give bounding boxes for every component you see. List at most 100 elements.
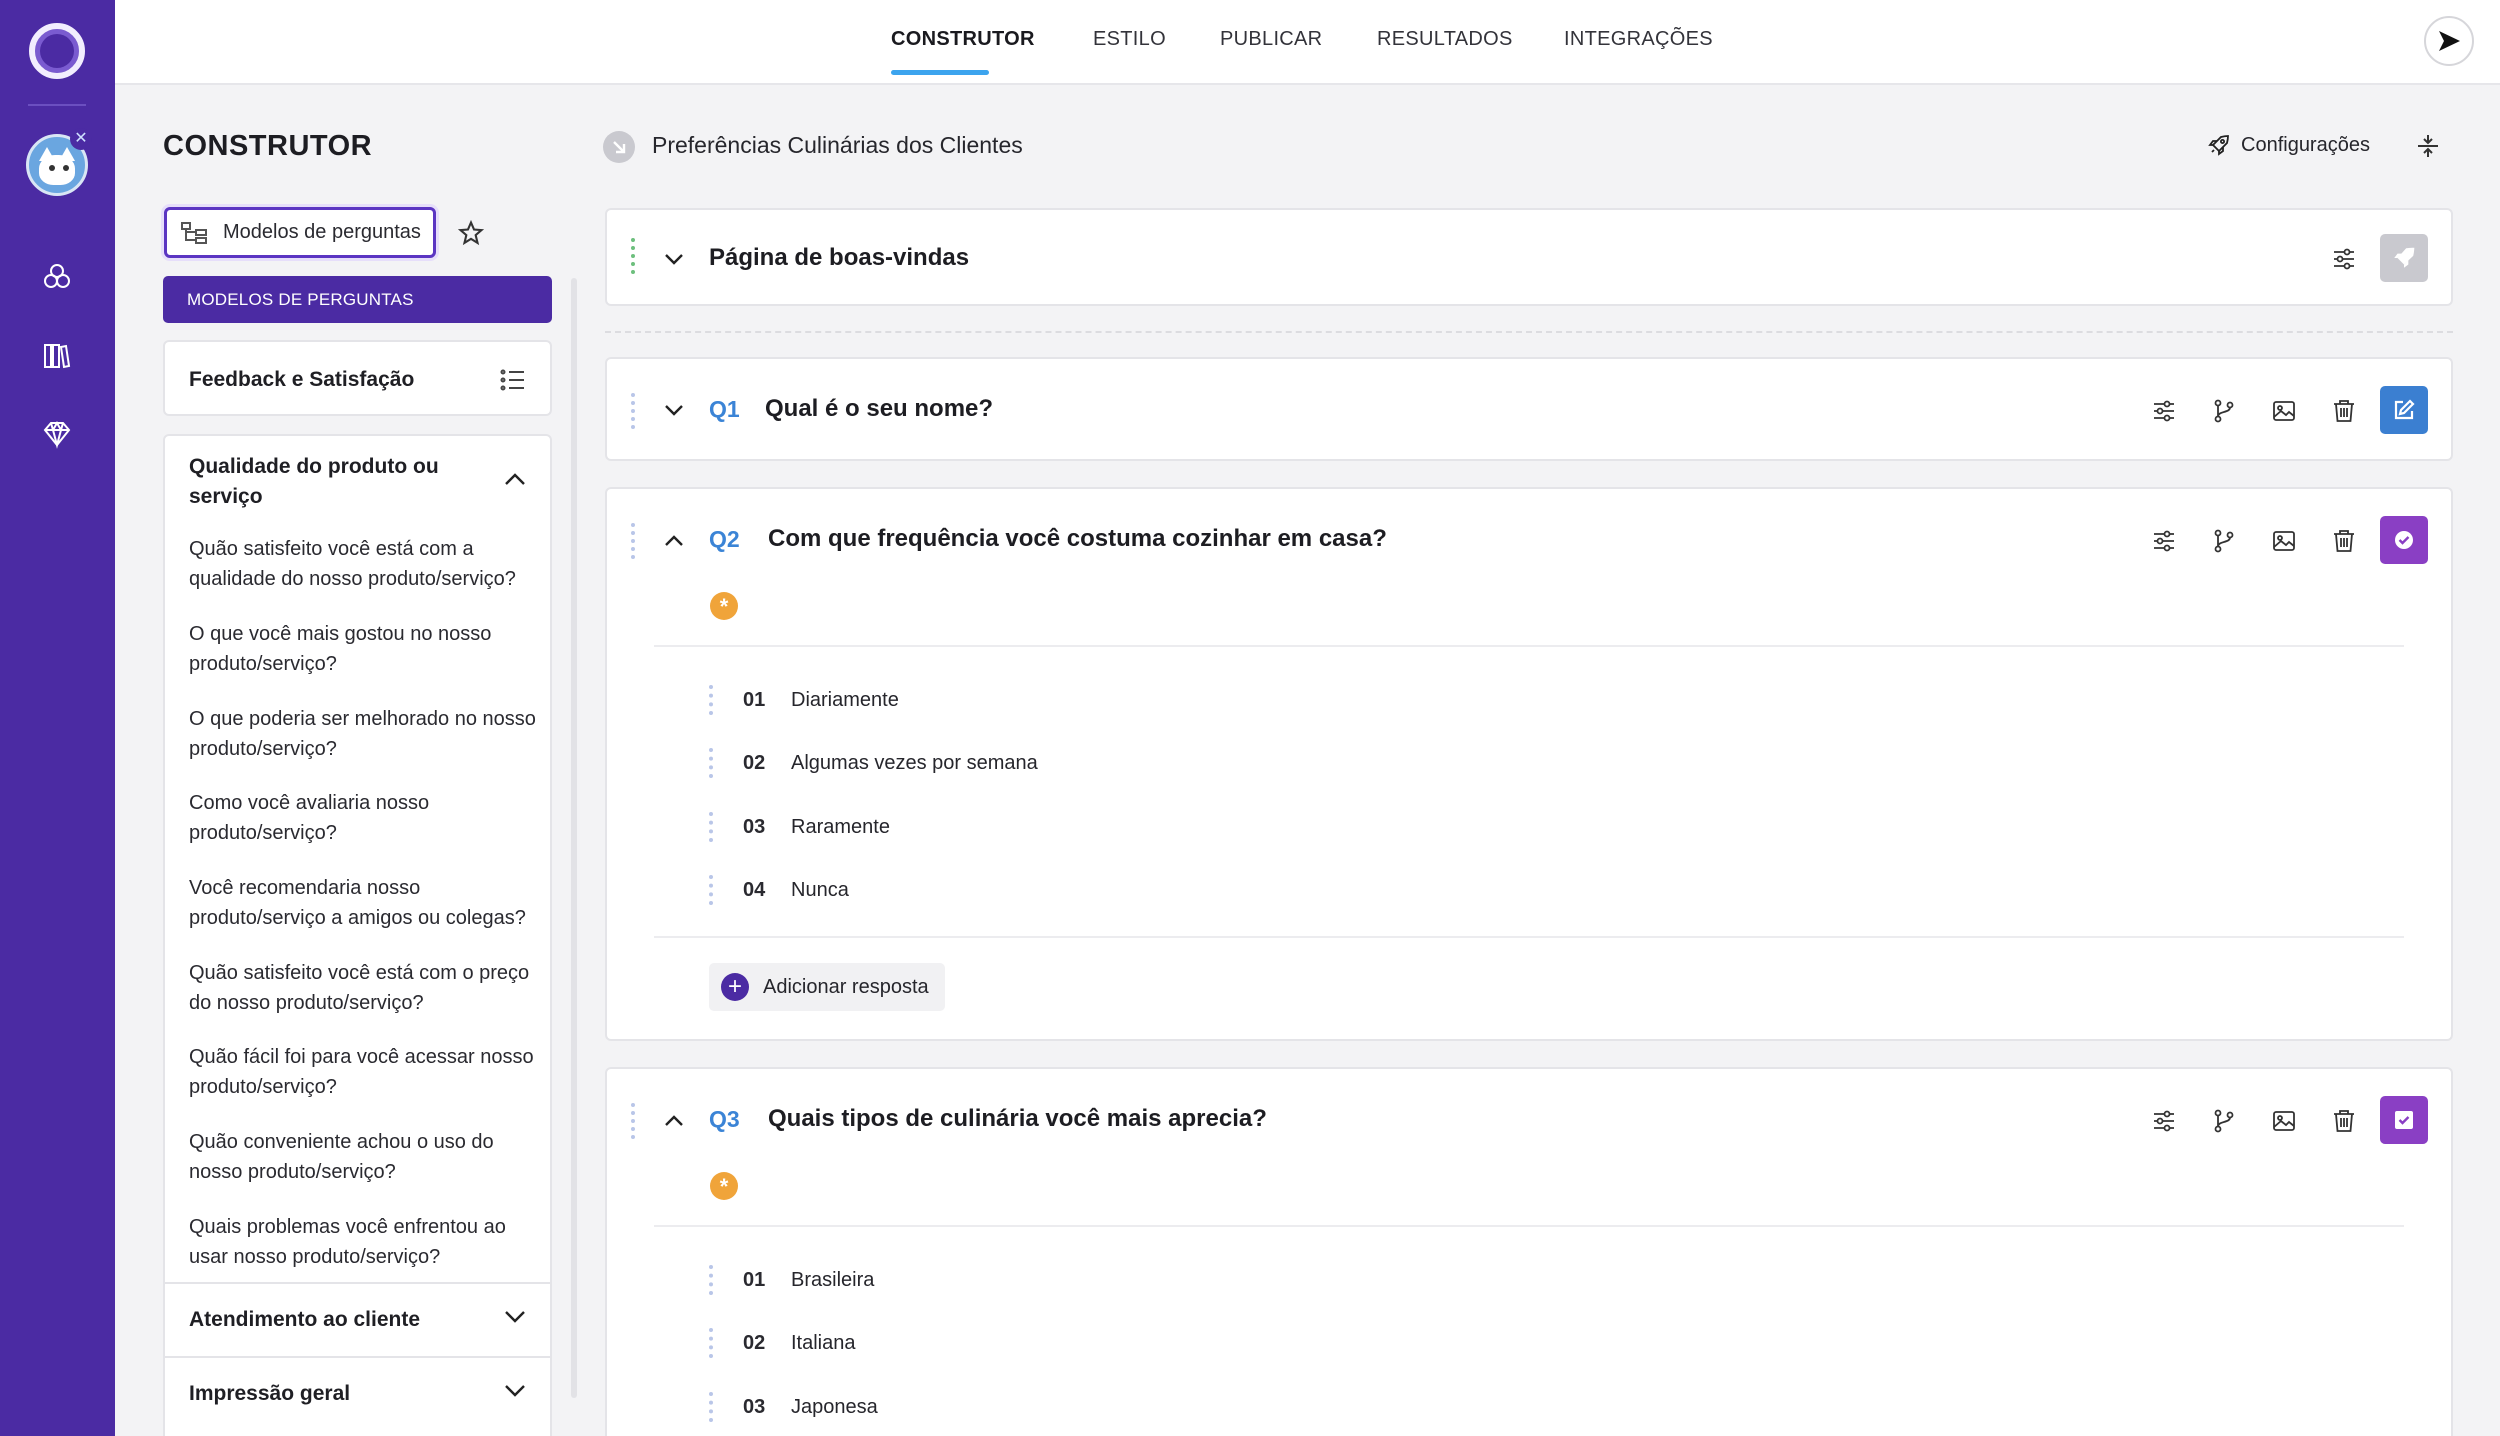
sliders-icon[interactable]	[2149, 396, 2179, 426]
template-item[interactable]: O que você mais gostou no nosso produto/…	[189, 619, 539, 679]
answer-label[interactable]: Raramente	[791, 816, 890, 839]
tab-resultados[interactable]: RESULTADOS	[1377, 28, 1513, 51]
tab-integracoes[interactable]: INTEGRAÇÕES	[1564, 28, 1713, 51]
add-answer-button[interactable]: + Adicionar resposta	[709, 963, 945, 1011]
question-text[interactable]: Com que frequência você costuma cozinhar…	[768, 525, 1387, 553]
answer-option[interactable]: 03 Raramente	[709, 812, 890, 842]
tab-publicar[interactable]: PUBLICAR	[1220, 28, 1322, 51]
template-item[interactable]: Quão conveniente achou o uso do nosso pr…	[189, 1127, 539, 1187]
required-icon[interactable]: *	[710, 592, 738, 620]
trash-icon[interactable]	[2329, 1106, 2359, 1136]
app-logo[interactable]	[29, 23, 85, 79]
template-item[interactable]: Você recomendaria nosso produto/serviço …	[189, 873, 539, 933]
drag-handle[interactable]	[709, 812, 713, 842]
chevron-down-icon[interactable]	[662, 248, 686, 272]
feedback-category-card[interactable]: Feedback e Satisfação	[163, 340, 552, 416]
branch-icon[interactable]	[2209, 396, 2239, 426]
template-item[interactable]: Quão fácil foi para você acessar nosso p…	[189, 1042, 539, 1102]
divider	[654, 645, 2404, 647]
answer-label[interactable]: Japonesa	[791, 1396, 878, 1419]
branch-icon[interactable]	[2209, 1106, 2239, 1136]
answer-label[interactable]: Brasileira	[791, 1269, 874, 1292]
drag-handle[interactable]	[709, 1265, 713, 1295]
drag-handle[interactable]	[709, 875, 713, 905]
drag-handle[interactable]	[709, 1328, 713, 1358]
apps-icon[interactable]	[38, 258, 76, 296]
answer-number: 01	[743, 1268, 766, 1291]
drag-handle[interactable]	[631, 393, 637, 429]
required-icon[interactable]: *	[710, 1172, 738, 1200]
collapse-icon[interactable]	[2415, 133, 2441, 159]
question-text[interactable]: Quais tipos de culinária você mais aprec…	[768, 1105, 1267, 1133]
answer-label[interactable]: Diariamente	[791, 689, 899, 712]
answer-label[interactable]: Italiana	[791, 1332, 856, 1355]
drag-handle[interactable]	[709, 1392, 713, 1422]
drag-handle[interactable]	[709, 685, 713, 715]
drag-handle[interactable]	[631, 1103, 637, 1139]
answer-option[interactable]: 04 Nunca	[709, 875, 849, 905]
chevron-up-icon[interactable]	[504, 472, 526, 486]
trash-icon[interactable]	[2329, 396, 2359, 426]
tab-active-indicator	[891, 70, 989, 75]
send-icon	[2439, 31, 2460, 51]
question-number: Q3	[709, 1106, 740, 1132]
chevron-up-icon[interactable]	[662, 1109, 686, 1133]
tab-estilo[interactable]: ESTILO	[1093, 28, 1166, 51]
section-divider	[605, 331, 2453, 333]
drag-handle[interactable]	[631, 523, 637, 559]
template-item[interactable]: Como você avaliaria nosso produto/serviç…	[189, 788, 539, 848]
category-impressao[interactable]: Impressão geral	[165, 1356, 550, 1430]
list-icon[interactable]	[500, 368, 526, 392]
check-circle-icon	[2395, 531, 2413, 549]
welcome-title: Página de boas-vindas	[709, 244, 970, 271]
question-card-q3[interactable]: Q3 Quais tipos de culinária você mais ap…	[605, 1067, 2453, 1436]
template-item[interactable]: Quão satisfeito você está com o preço do…	[189, 958, 539, 1018]
trash-icon[interactable]	[2329, 526, 2359, 556]
image-icon[interactable]	[2269, 396, 2299, 426]
survey-title[interactable]: Preferências Culinárias dos Clientes	[652, 132, 1023, 159]
welcome-publish-button[interactable]	[2380, 234, 2428, 282]
multiple-choice-type-button[interactable]	[2380, 1096, 2428, 1144]
chevron-up-icon[interactable]	[662, 529, 686, 553]
answer-option[interactable]: 02 Italiana	[709, 1328, 856, 1358]
question-card-q1[interactable]: Q1 Qual é o seu nome?	[605, 357, 2453, 461]
panel-scrollbar[interactable]	[571, 278, 577, 1398]
settings-button[interactable]: Configurações	[2207, 133, 2370, 157]
category-atendimento[interactable]: Atendimento ao cliente	[165, 1282, 550, 1356]
template-item[interactable]: O que poderia ser melhorado no nosso pro…	[189, 704, 539, 764]
chevron-down-icon[interactable]	[662, 399, 686, 423]
sliders-icon[interactable]	[2329, 244, 2359, 274]
answer-option[interactable]: 02 Algumas vezes por semana	[709, 748, 1038, 778]
sliders-icon[interactable]	[2149, 1106, 2179, 1136]
library-icon[interactable]	[38, 337, 76, 375]
image-icon[interactable]	[2269, 1106, 2299, 1136]
answer-label[interactable]: Nunca	[791, 879, 849, 902]
welcome-page-card[interactable]: Página de boas-vindas	[605, 208, 2453, 306]
answer-option[interactable]: 01 Diariamente	[709, 685, 899, 715]
divider	[654, 936, 2404, 938]
favorites-star-icon[interactable]	[457, 219, 485, 247]
tab-construtor[interactable]: CONSTRUTOR	[891, 28, 1035, 51]
arrow-down-right-icon	[603, 131, 635, 163]
preview-button[interactable]	[2424, 16, 2474, 66]
edit-question-button[interactable]	[2380, 386, 2428, 434]
answer-option[interactable]: 01 Brasileira	[709, 1265, 874, 1295]
avatar-badge-icon: ✕	[70, 128, 92, 150]
single-choice-type-button[interactable]	[2380, 516, 2428, 564]
template-item[interactable]: Quais problemas você enfrentou ao usar n…	[189, 1212, 539, 1272]
question-models-button[interactable]: Modelos de perguntas	[164, 207, 436, 258]
question-card-q2[interactable]: Q2 Com que frequência você costuma cozin…	[605, 487, 2453, 1041]
category-title[interactable]: Qualidade do produto ou serviço	[189, 452, 469, 512]
template-item[interactable]: Quão satisfeito você está com a qualidad…	[189, 534, 539, 594]
drag-handle[interactable]	[709, 748, 713, 778]
answer-number: 02	[743, 1331, 766, 1354]
drag-handle[interactable]	[631, 238, 637, 274]
question-text[interactable]: Qual é o seu nome?	[765, 395, 993, 423]
branch-icon[interactable]	[2209, 526, 2239, 556]
settings-label: Configurações	[2241, 133, 2370, 156]
diamond-icon[interactable]	[38, 415, 76, 453]
image-icon[interactable]	[2269, 526, 2299, 556]
answer-option[interactable]: 03 Japonesa	[709, 1392, 878, 1422]
sliders-icon[interactable]	[2149, 526, 2179, 556]
answer-label[interactable]: Algumas vezes por semana	[791, 752, 1038, 775]
